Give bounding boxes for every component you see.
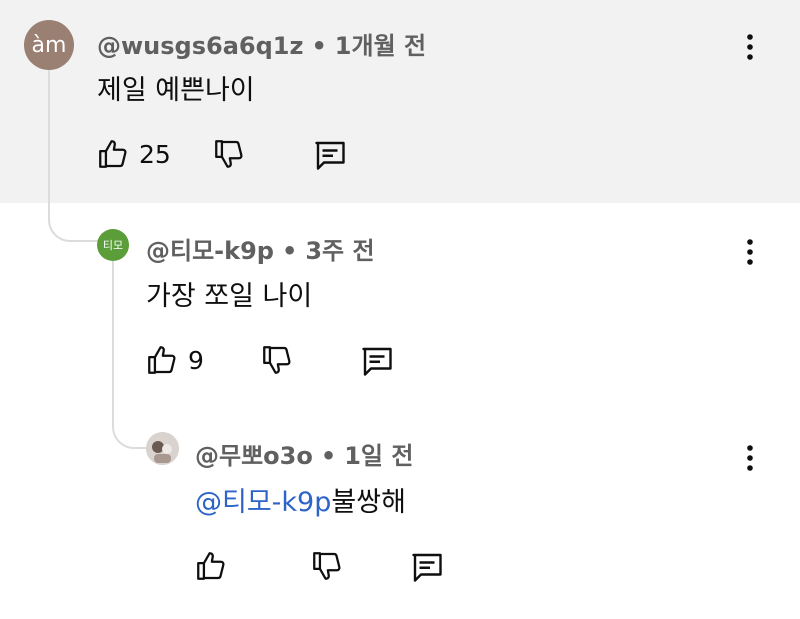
dislike-icon[interactable]: [212, 137, 246, 171]
author-handle[interactable]: @티모-k9p: [146, 237, 274, 265]
like-icon[interactable]: [145, 343, 179, 377]
meta-separator: •: [311, 32, 327, 60]
reply-icon[interactable]: [409, 549, 445, 585]
reply-icon[interactable]: [359, 343, 395, 379]
thread-line: [48, 70, 98, 242]
comment-time[interactable]: 1개월 전: [335, 32, 426, 60]
comment-time[interactable]: 1일 전: [344, 442, 413, 470]
avatar-initials: àm: [31, 32, 67, 58]
like-icon[interactable]: [96, 137, 130, 171]
meta-separator: •: [281, 237, 298, 265]
more-options-icon[interactable]: [740, 237, 760, 267]
thread-line: [112, 261, 147, 449]
like-count: 25: [139, 140, 171, 169]
more-options-icon[interactable]: [740, 443, 760, 473]
avatar[interactable]: àm: [24, 20, 74, 70]
avatar[interactable]: [146, 432, 179, 465]
author-handle[interactable]: @무뽀o3o: [195, 442, 313, 470]
comment-time[interactable]: 3주 전: [305, 237, 374, 265]
meta-separator: •: [320, 442, 337, 470]
avatar-initials: 티모: [102, 239, 124, 252]
comment-meta: @무뽀o3o • 1일 전: [195, 436, 413, 471]
reply-icon[interactable]: [312, 137, 348, 173]
comment-text: 제일 예쁜나이: [97, 75, 255, 106]
comment-body: 불쌍해: [331, 487, 406, 518]
comment-text: 가장 쪼일 나이: [146, 281, 313, 312]
avatar[interactable]: 티모: [97, 229, 129, 261]
more-options-icon[interactable]: [740, 32, 760, 62]
dislike-icon[interactable]: [310, 549, 344, 583]
mention-link[interactable]: @티모-k9p: [195, 487, 331, 518]
comment-text: @티모-k9p불쌍해: [195, 480, 406, 519]
like-icon[interactable]: [194, 549, 228, 583]
dislike-icon[interactable]: [260, 343, 294, 377]
comment-meta: @wusgs6a6q1z • 1개월 전: [97, 26, 426, 61]
comment-meta: @티모-k9p • 3주 전: [146, 231, 375, 266]
like-count: 9: [188, 346, 204, 375]
avatar-photo: [146, 432, 179, 465]
author-handle[interactable]: @wusgs6a6q1z: [97, 32, 303, 60]
